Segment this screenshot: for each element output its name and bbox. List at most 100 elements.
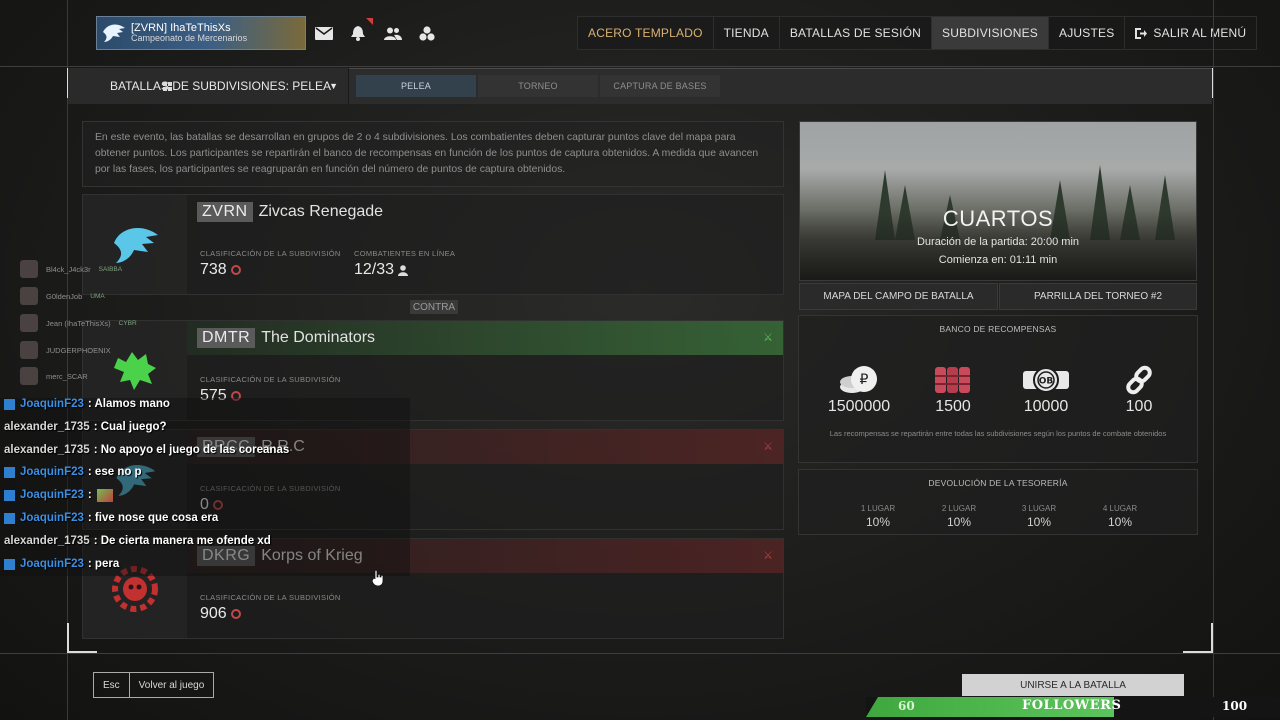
viewer-name: Bl4ck_J4ck3r (46, 264, 91, 274)
chat-badge-icon (4, 398, 15, 410)
chat-text: : (87, 489, 92, 501)
viewer-badge: SAIBBA (98, 265, 123, 273)
nav-subdivisiones[interactable]: SUBDIVISIONES (931, 16, 1049, 50)
eagle-emblem-icon (97, 17, 131, 49)
place-value: 10% (1026, 515, 1052, 529)
chat-user: alexander_1735 (4, 535, 90, 547)
svg-text:OB: OB (1039, 377, 1054, 387)
back-to-game-button[interactable]: Volver al juego (128, 673, 214, 697)
nav-acero-templado[interactable]: ACERO TEMPLADO (577, 16, 714, 50)
viewer-badge: CYBR (118, 319, 137, 327)
chat-text: : Cual juego? (93, 421, 167, 433)
chat-message: JoaquinF23: Alamos mano (4, 395, 170, 413)
chat-text: : ese no p (87, 466, 142, 478)
viewer-item: JUDGERPHOENIX (20, 341, 119, 359)
profile-badge[interactable]: [ZVRN] IhaTeThisXs Campeonato de Mercena… (96, 16, 306, 50)
avatar (20, 260, 38, 278)
barrels-icon (903, 364, 1003, 396)
event-dropdown[interactable]: BATALLAS DE SUBDIVISIONES: PELEA ▼ (68, 68, 349, 104)
chat-user: JoaquinF23 (20, 512, 84, 524)
chat-badge-icon (4, 512, 15, 524)
chat-badge-icon (4, 558, 15, 570)
chat-user: JoaquinF23 (20, 558, 84, 570)
frame-right-line (1213, 0, 1214, 720)
place-item: 3 LUGAR 10% (999, 504, 1079, 529)
profile-rank: Campeonato de Mercenarios (131, 33, 248, 44)
chat-text: : De cierta manera me ofende xd (93, 535, 271, 547)
svg-text:₽: ₽ (860, 372, 869, 388)
place-label: 1 LUGAR (860, 504, 896, 513)
rating-icon (230, 609, 241, 619)
person-icon (398, 264, 409, 276)
nav-tienda[interactable]: TIENDA (712, 16, 780, 50)
event-description: En este evento, las batallas se desarrol… (82, 121, 784, 187)
esc-key[interactable]: Esc (94, 673, 129, 697)
frame-corner (1183, 623, 1213, 653)
exit-icon (1135, 27, 1148, 39)
team-rating: 906 (200, 605, 241, 623)
reward-note: Las recompensas se repartirán entre toda… (829, 429, 1167, 438)
reward-item: ₽ 1500000 (809, 364, 909, 416)
viewer-item: Jean (IhaTeThisXs) CYBR (20, 314, 137, 332)
battlefield-map-button[interactable]: MAPA DEL CAMPO DE BATALLA (799, 283, 998, 310)
tab-pelea[interactable]: PELEA (356, 75, 476, 97)
team-rating-value: 738 (200, 261, 227, 278)
team-tag: DMTR (197, 328, 256, 348)
reward-item: OB 10000 (996, 364, 1096, 416)
nav-batallas-sesion[interactable]: BATALLAS DE SESIÓN (778, 16, 933, 50)
treasury-title: DEVOLUCIÓN DE LA TESORERÍA (928, 478, 1068, 488)
coins-icon: ₽ (809, 364, 909, 396)
emote-icon (96, 488, 113, 502)
join-battle-button[interactable]: UNIRSE A LA BATALLA (962, 674, 1184, 696)
avatar (20, 314, 38, 332)
team-card-zvrn[interactable]: ZVRN Zivcas Renegade CLASIFICACIÓN DE LA… (82, 194, 784, 295)
tournament-bracket-button[interactable]: PARRILLA DEL TORNEO #2 (999, 283, 1197, 310)
chat-message: JoaquinF23: pera (4, 555, 119, 573)
crossed-swords-icon: ⚔ (763, 332, 773, 344)
versus-label: CONTRA (410, 300, 458, 314)
chevron-down-icon: ▼ (329, 81, 338, 91)
frame-top-line (0, 66, 1280, 67)
stage-title: CUARTOS (942, 206, 1054, 231)
chat-badge-icon (4, 489, 15, 501)
reward-value: 1500 (935, 398, 971, 415)
squad-icon[interactable] (412, 18, 442, 48)
online-label: COMBATIENTES EN LÍNEA (354, 249, 456, 258)
place-item: 1 LUGAR 10% (838, 504, 918, 529)
chat-message: alexander_1735: De cierta manera me ofen… (4, 532, 271, 550)
match-start-timer: Comienza en: 01:11 min (938, 254, 1058, 266)
place-value: 10% (865, 515, 891, 529)
place-label: 4 LUGAR (1102, 504, 1138, 513)
chat-message: JoaquinF23: five nose que cosa era (4, 509, 218, 527)
match-duration: Duración de la partida: 20:00 min (916, 236, 1080, 248)
team-rating-value: 906 (200, 605, 227, 622)
crossed-swords-icon: ⚔ (763, 441, 773, 453)
place-label: 3 LUGAR (1021, 504, 1057, 513)
viewer-item: G0ldenJob UMA (20, 287, 105, 305)
followers-goal: 100 (1222, 699, 1248, 713)
place-value: 10% (1107, 515, 1133, 529)
tab-captura-bases[interactable]: CAPTURA DE BASES (600, 75, 720, 97)
back-to-game-bar[interactable]: Esc Volver al juego (93, 672, 215, 698)
nav-salir[interactable]: SALIR AL MENÚ (1124, 16, 1258, 50)
friends-icon[interactable] (378, 18, 408, 48)
grid-icon (163, 81, 172, 91)
viewer-item: merc_SCAR (20, 367, 96, 385)
team-tag: ZVRN (197, 202, 253, 222)
viewer-name: merc_SCAR (46, 371, 88, 381)
chat-text: : No apoyo el juego de las coreanas (93, 444, 290, 456)
tab-torneo[interactable]: TORNEO (478, 75, 598, 97)
nav-ajustes[interactable]: AJUSTES (1048, 16, 1126, 50)
main-nav: ACERO TEMPLADO TIENDA BATALLAS DE SESIÓN… (577, 16, 1258, 50)
reward-value: 10000 (1023, 398, 1069, 415)
event-dropdown-label: BATALLAS DE SUBDIVISIONES: PELEA (110, 79, 331, 93)
avatar (20, 341, 38, 359)
chat-text: : five nose que cosa era (87, 512, 219, 524)
ob-token-icon: OB (996, 364, 1096, 396)
chat-message: alexander_1735: Cual juego? (4, 418, 167, 436)
chat-message: JoaquinF23: ese no p (4, 463, 142, 481)
followers-current: 60 (898, 699, 915, 713)
chat-user: JoaquinF23 (20, 466, 84, 478)
place-item: 4 LUGAR 10% (1080, 504, 1160, 529)
mail-icon[interactable] (309, 18, 339, 48)
